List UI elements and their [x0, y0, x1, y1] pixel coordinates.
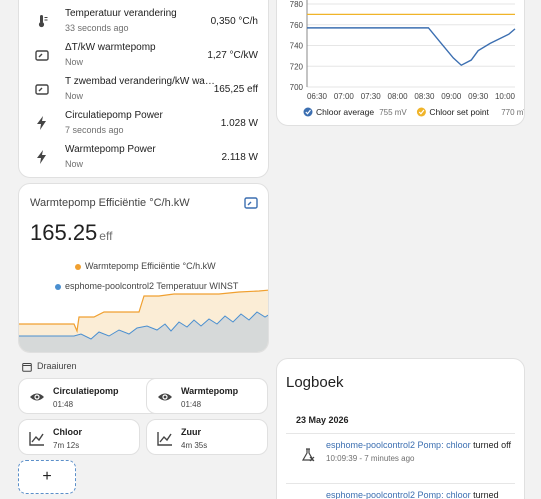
- sensor-name: Temperatuur verandering: [65, 8, 177, 19]
- legend-series-value: 770 mV: [501, 108, 525, 117]
- x-tick-label: 09:30: [468, 92, 489, 101]
- sensor-value: 165,25 eff: [213, 84, 258, 95]
- sensor-value: 1.028 W: [220, 118, 258, 129]
- sensor-time: Now: [65, 57, 84, 67]
- efficiency-card[interactable]: Warmtepomp Efficiëntie °C/h.kW 165.25 eff…: [18, 183, 269, 353]
- legend-check-icon: [303, 107, 313, 117]
- draaiuren-label: Draaiuren: [37, 361, 77, 371]
- flash-icon: [35, 116, 49, 130]
- efficiency-sparkline: [19, 289, 268, 352]
- tile-name: Warmtepomp: [181, 386, 239, 396]
- x-tick-label: 10:00: [495, 92, 516, 101]
- sensor-value: 0,350 °C/h: [210, 16, 258, 27]
- flask-off-icon: [301, 448, 315, 462]
- y-tick-label: 700: [290, 83, 304, 92]
- gauge-icon: [35, 48, 49, 62]
- log-action: turned: [473, 490, 499, 499]
- log-entity-link[interactable]: esphome-poolcontrol2 Pomp: chloor: [326, 490, 471, 499]
- logbook-card: Logboek 23 May 2026 esphome-poolcontrol2…: [276, 358, 525, 499]
- calendar-clock-icon: [22, 362, 32, 372]
- sensor-value: 1,27 °C/kW: [207, 50, 258, 61]
- legend-series-name: Chloor set point: [429, 107, 489, 117]
- tile-value: 01:48: [181, 400, 202, 409]
- y-tick-label: 740: [290, 42, 304, 51]
- tile-name: Chloor: [53, 427, 82, 437]
- sensor-row-temperature-change[interactable]: Temperatuur verandering 33 seconds ago 0…: [19, 8, 268, 42]
- sensor-time: 33 seconds ago: [65, 23, 129, 33]
- add-tile-button[interactable]: +: [18, 460, 76, 494]
- divider: [286, 433, 515, 434]
- sensor-value: 2.118 W: [221, 152, 259, 163]
- logbook-title: Logboek: [286, 374, 344, 391]
- log-timestamp: 10:09:39 - 7 minutes ago: [326, 454, 415, 463]
- logbook-date: 23 May 2026: [296, 415, 349, 425]
- thermometer-icon: [35, 14, 49, 28]
- tile-name: Circulatiepomp: [53, 386, 119, 396]
- chart-line-icon: [157, 430, 173, 446]
- sensor-time: Now: [65, 91, 84, 101]
- sensor-name: ΔT/kW warmtepomp: [65, 42, 156, 53]
- sensor-time: 7 seconds ago: [65, 125, 124, 135]
- x-tick-label: 08:30: [414, 92, 435, 101]
- log-entry: esphome-poolcontrol2 Pomp: chloor turned…: [326, 439, 511, 465]
- flash-icon: [35, 150, 49, 164]
- eye-icon: [29, 389, 45, 405]
- legend-check-icon: [416, 107, 426, 117]
- sensor-row-pool-change-kw[interactable]: T zwembad verandering/kW warmte... Now 1…: [19, 76, 268, 110]
- tile-value: 01:48: [53, 400, 74, 409]
- legend-series-name: Chloor average: [316, 107, 374, 117]
- chloor-line-chart[interactable]: 780 760 740 720 70006:30 07:00 07:30 08:00 08:30…: [277, 0, 525, 126]
- y-tick-label: 720: [290, 62, 304, 71]
- sensor-row-circulation-power[interactable]: Circulatiepomp Power 7 seconds ago 1.028…: [19, 110, 268, 144]
- x-tick-label: 07:00: [334, 92, 355, 101]
- tile-value: 4m 35s: [181, 441, 208, 450]
- x-tick-label: 08:00: [388, 92, 409, 101]
- y-tick-label: 780: [290, 0, 304, 9]
- draaiuren-heading: Draaiuren: [22, 361, 77, 372]
- tile-chloor[interactable]: Chloor 7m 12s: [18, 419, 140, 455]
- x-tick-label: 07:30: [361, 92, 382, 101]
- sensor-row-delta-t-kw[interactable]: ΔT/kW warmtepomp Now 1,27 °C/kW: [19, 42, 268, 76]
- sensor-name: Circulatiepomp Power: [65, 110, 163, 121]
- tile-name: Zuur: [181, 427, 201, 437]
- tile-warmtepomp[interactable]: Warmtepomp 01:48: [146, 378, 268, 414]
- y-tick-label: 760: [290, 21, 304, 30]
- tile-zuur[interactable]: Zuur 4m 35s: [146, 419, 268, 455]
- sensor-entities-card: Temperatuur verandering 33 seconds ago 0…: [18, 0, 269, 178]
- chart-line-icon: [29, 430, 45, 446]
- log-entity-link[interactable]: esphome-poolcontrol2 Pomp: chloor: [326, 440, 471, 450]
- sensor-name: Warmtepomp Power: [65, 144, 156, 155]
- gauge-icon: [35, 82, 49, 96]
- x-tick-label: 06:30: [307, 92, 328, 101]
- sensor-row-heatpump-power[interactable]: Warmtepomp Power Now 2.118 W: [19, 144, 268, 177]
- sensor-name: T zwembad verandering/kW warmte...: [65, 76, 215, 87]
- chloor-history-card: 780 760 740 720 700 06:30 07:00 07:30 08:00 08:30…: [276, 0, 525, 126]
- legend-series-value: 755 mV: [379, 108, 407, 117]
- log-action: turned off: [473, 440, 511, 450]
- sensor-time: Now: [65, 159, 84, 169]
- divider: [286, 483, 515, 484]
- x-tick-label: 09:00: [441, 92, 462, 101]
- log-entry: esphome-poolcontrol2 Pomp: chloor turned: [326, 489, 511, 499]
- series-line-average: [307, 27, 516, 67]
- tile-value: 7m 12s: [53, 441, 80, 450]
- eye-icon: [157, 389, 173, 405]
